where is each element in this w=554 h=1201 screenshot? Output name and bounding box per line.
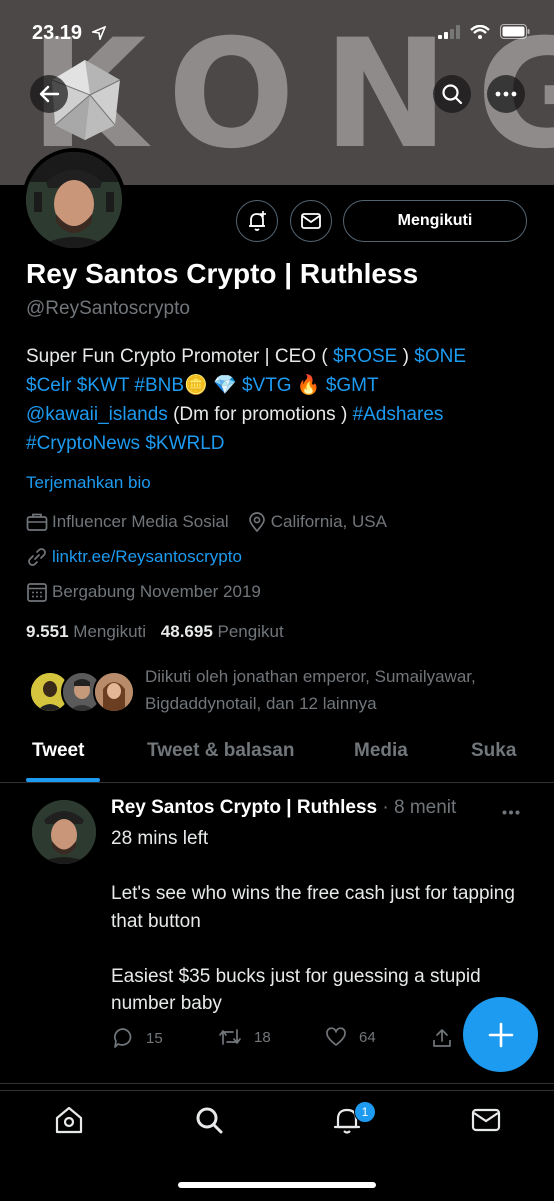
bio-cashtag[interactable]: $ONE	[414, 346, 466, 367]
search-button[interactable]	[433, 75, 471, 113]
like-icon	[326, 1027, 346, 1046]
profile-name: Rey Santos Crypto | Ruthless	[26, 258, 419, 289]
bio-text: (Dm for promotions )	[167, 404, 353, 425]
calendar-icon	[27, 583, 47, 602]
following-button[interactable]: Mengikuti	[343, 200, 527, 242]
tweet-author-name[interactable]: Rey Santos Crypto | Ruthless	[111, 797, 377, 818]
retweet-icon	[219, 1029, 241, 1045]
profile-meta-category-location: Influencer Media Sosial California, USA	[26, 512, 387, 532]
home-indicator	[178, 1182, 376, 1188]
wifi-icon	[470, 24, 490, 39]
profile-handle: @ReySantoscrypto	[26, 298, 190, 319]
like-button[interactable]: 64	[325, 1027, 376, 1047]
tab-likes[interactable]: Suka	[471, 740, 516, 762]
tweet-more-button[interactable]	[502, 798, 520, 821]
bio-cashtag[interactable]: $KWRLD	[145, 433, 224, 454]
retweet-button[interactable]: 18	[218, 1027, 271, 1047]
follow-counts: 9.551 Mengikuti 48.695 Pengikut	[26, 622, 284, 642]
diamond-emoji: 💎	[213, 375, 237, 396]
avatar-image	[26, 152, 122, 248]
bio-hashtag[interactable]: #Adshares	[353, 404, 444, 425]
follower-avatar	[93, 671, 135, 713]
compose-tweet-button[interactable]	[463, 997, 538, 1072]
bio-text: Super Fun Crypto Promoter | CEO (	[26, 346, 333, 367]
like-count: 64	[359, 1028, 376, 1046]
fire-emoji: 🔥	[296, 375, 321, 396]
nav-home[interactable]	[54, 1105, 84, 1140]
share-button[interactable]	[431, 1027, 453, 1049]
profile-tabs: Tweet Tweet & balasan Media Suka	[0, 730, 554, 783]
translate-bio-link[interactable]: Terjemahkan bio	[26, 473, 151, 493]
bio-cashtag[interactable]: $VTG	[242, 375, 292, 396]
search-icon	[196, 1107, 223, 1134]
location-icon	[248, 512, 265, 532]
search-icon	[442, 84, 463, 105]
bio-text: )	[397, 346, 415, 367]
profile-category: Influencer Media Sosial	[52, 512, 229, 531]
profile-location: California, USA	[270, 512, 387, 531]
battery-icon	[500, 24, 530, 39]
bio-hashtag[interactable]: #CryptoNews	[26, 433, 140, 454]
more-icon	[502, 810, 520, 815]
nav-search[interactable]	[194, 1105, 224, 1140]
bell-plus-icon	[249, 211, 266, 231]
tab-tweet-replies[interactable]: Tweet & balasan	[147, 740, 294, 762]
followers-count: 48.695	[160, 622, 213, 641]
more-icon	[495, 91, 517, 97]
tweet-time: · 8 menit	[382, 797, 457, 818]
back-arrow-icon	[39, 85, 60, 103]
notifications-badge: 1	[354, 1101, 376, 1123]
profile-meta-joined: Bergabung November 2019	[26, 582, 261, 602]
tweet-header: Rey Santos Crypto | Ruthless · 8 menit	[111, 797, 456, 819]
status-bar: 23.19	[0, 20, 554, 48]
following-label: Mengikuti	[73, 622, 147, 641]
share-icon	[433, 1029, 451, 1047]
bio-cashtag[interactable]: $KWT	[77, 375, 129, 396]
following-count: 9.551	[26, 622, 69, 641]
tweet-author-avatar[interactable]	[32, 800, 96, 864]
profile-bio: Super Fun Crypto Promoter | CEO ( $ROSE …	[26, 342, 531, 458]
following-count-link[interactable]: 9.551 Mengikuti	[26, 622, 146, 641]
back-button[interactable]	[30, 75, 68, 113]
message-button[interactable]	[290, 200, 332, 242]
status-time: 23.19	[32, 22, 83, 44]
reply-button[interactable]: 15	[112, 1027, 163, 1049]
bio-mention[interactable]: @kawaii_islands	[26, 404, 168, 425]
followers-label: Pengikut	[217, 622, 284, 641]
more-button[interactable]	[487, 75, 525, 113]
reply-count: 15	[146, 1029, 163, 1047]
profile-avatar[interactable]	[22, 148, 126, 252]
bio-cashtag[interactable]: $GMT	[326, 375, 379, 396]
mail-icon	[301, 213, 321, 229]
active-tab-indicator	[26, 778, 100, 782]
mail-icon	[471, 1108, 501, 1132]
home-icon	[55, 1106, 83, 1134]
profile-joined: Bergabung November 2019	[52, 582, 261, 601]
bio-hashtag[interactable]: #BNB	[134, 375, 184, 396]
briefcase-icon	[26, 513, 48, 531]
compose-plus-icon	[488, 1022, 513, 1047]
retweet-count: 18	[254, 1028, 271, 1046]
bio-cashtag[interactable]: $ROSE	[333, 346, 397, 367]
tab-media[interactable]: Media	[354, 740, 408, 762]
coin-emoji: 🪙	[184, 375, 208, 396]
profile-meta-link: linktr.ee/Reysantoscrypto	[26, 547, 242, 567]
signal-icon	[438, 24, 460, 39]
link-icon	[28, 548, 46, 566]
nav-messages[interactable]	[471, 1105, 501, 1140]
followers-count-link[interactable]: 48.695 Pengikut	[161, 622, 284, 641]
tweet-text: 28 mins left Let's see who wins the free…	[111, 828, 515, 1014]
location-arrow-icon	[90, 25, 107, 45]
notify-button[interactable]	[236, 200, 278, 242]
profile-link[interactable]: linktr.ee/Reysantoscrypto	[52, 547, 242, 567]
followed-by-row[interactable]: Diikuti oleh jonathan emperor, Sumailyaw…	[26, 663, 536, 715]
reply-icon	[114, 1028, 132, 1048]
tab-tweet[interactable]: Tweet	[32, 740, 84, 762]
bio-cashtag[interactable]: $Celr	[26, 375, 71, 396]
followed-by-text: Diikuti oleh jonathan emperor, Sumailyaw…	[145, 667, 476, 713]
